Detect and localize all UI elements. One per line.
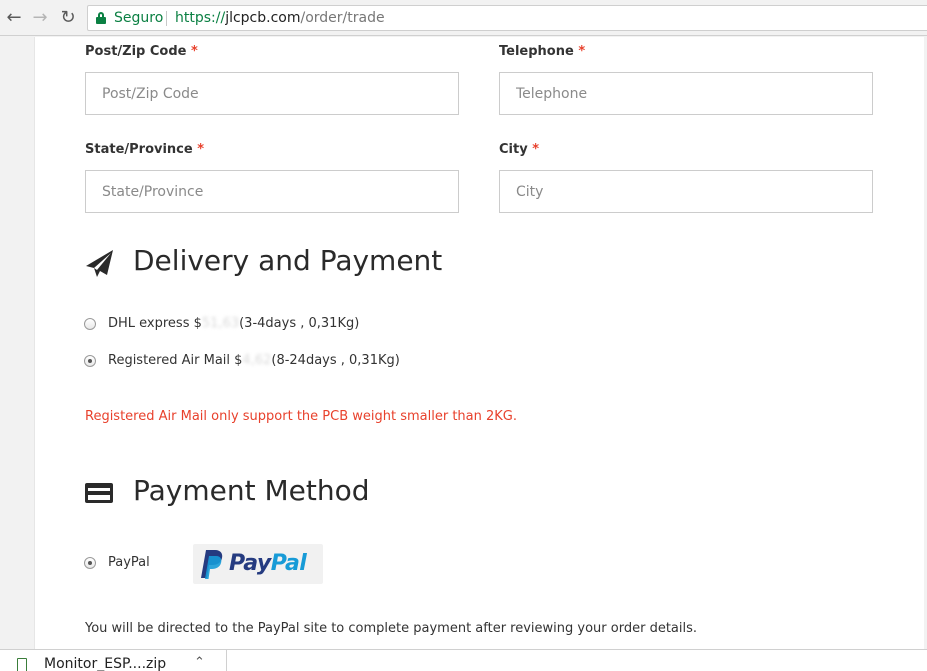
payment-section-title: Payment Method [133,474,370,507]
chevron-up-icon[interactable]: ⌃ [194,655,205,670]
lock-icon [96,12,106,24]
url-scheme: https:// [175,10,226,26]
order-form-card: Post/Zip Code * Telephone * State/Provin… [34,37,924,649]
postcode-input[interactable] [85,72,459,115]
required-marker: * [578,44,586,59]
paypal-p-icon [201,550,223,579]
paypal-redirect-note: You will be directed to the PayPal site … [85,621,698,636]
state-label: State/Province * [85,142,205,157]
required-marker: * [191,44,198,59]
paypal-logo[interactable]: PayPal [193,544,323,584]
delivery-section-title: Delivery and Payment [133,244,443,277]
download-shelf: Monitor_ESP....zip ⌃ [0,649,927,671]
url-text[interactable]: https://jlcpcb.com/order/trade [175,6,385,30]
city-input[interactable] [499,170,873,213]
forward-arrow-icon[interactable]: → [28,6,52,30]
city-label: City * [499,142,540,157]
telephone-label: Telephone * [499,44,586,59]
url-host: jlcpcb.com [225,10,301,26]
airmail-price: 4,62 [242,353,272,368]
address-bar[interactable]: Seguro https://jlcpcb.com/order/trade [87,5,927,31]
download-file-name[interactable]: Monitor_ESP....zip [44,656,166,671]
page-background: Post/Zip Code * Telephone * State/Provin… [0,37,927,649]
weight-warning: Registered Air Mail only support the PCB… [85,409,517,424]
airmail-radio[interactable] [84,355,96,367]
telephone-input[interactable] [499,72,873,115]
zip-file-icon [17,658,27,671]
address-separator [166,11,167,26]
dhl-price: 51,63 [201,316,240,331]
reload-icon[interactable]: ↻ [56,6,80,30]
airmail-option-label[interactable]: Registered Air Mail $4,62(8-24days , 0,3… [108,353,400,368]
required-marker: * [532,142,540,157]
dhl-option-label[interactable]: DHL express $51,63(3-4days , 0,31Kg) [108,316,359,331]
back-arrow-icon[interactable]: ← [2,6,26,30]
url-path: /order/trade [300,10,385,26]
required-marker: * [197,142,205,157]
browser-toolbar: ← → ↻ Seguro https://jlcpcb.com/order/tr… [0,0,927,36]
paypal-radio[interactable] [84,557,96,569]
state-input[interactable] [85,170,459,213]
paypal-option-label[interactable]: PayPal [108,555,150,570]
secure-label: Seguro [114,10,164,26]
postcode-label: Post/Zip Code * [85,44,198,59]
download-separator [226,650,227,671]
credit-card-icon [85,483,113,503]
paper-plane-icon [86,250,113,277]
paypal-wordmark: PayPal [229,551,307,576]
dhl-radio[interactable] [84,318,96,330]
